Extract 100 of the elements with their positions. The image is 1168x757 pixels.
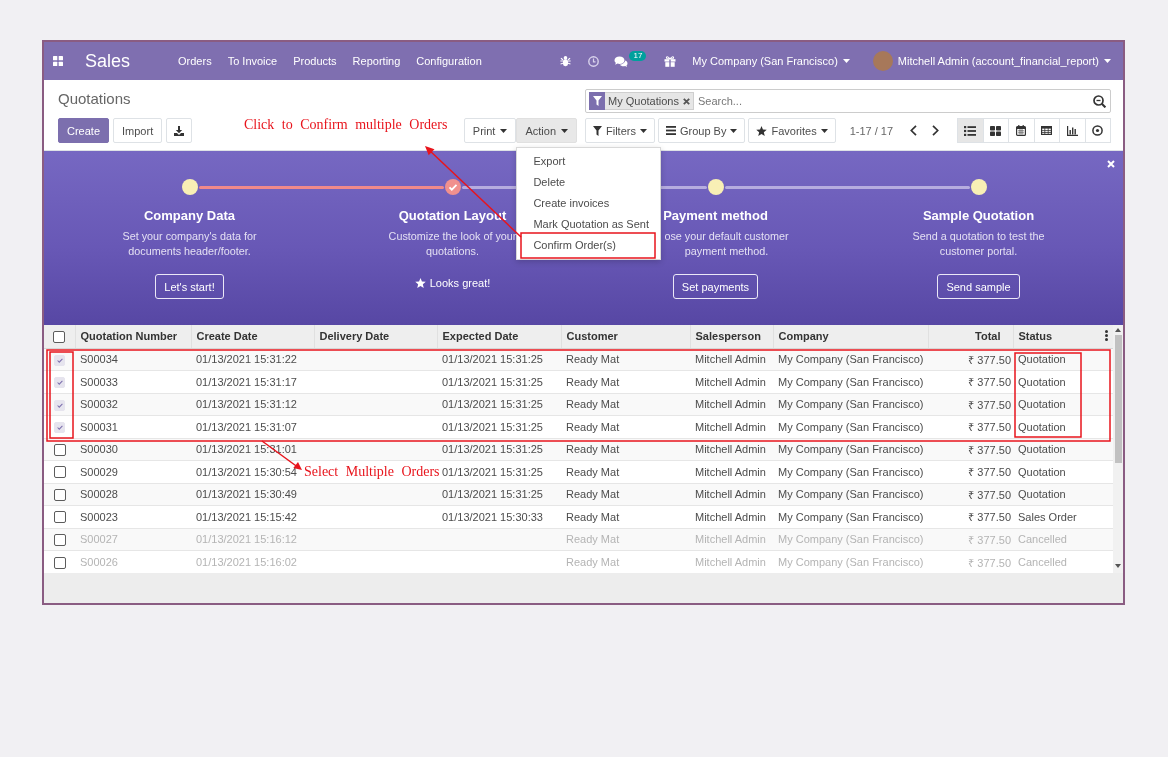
column-header[interactable]: Quotation Number bbox=[75, 325, 191, 348]
table-cell: Mitchell Admin bbox=[690, 460, 773, 483]
column-header[interactable]: Company bbox=[773, 325, 928, 348]
table-cell: S00028 bbox=[75, 483, 191, 506]
row-checkbox[interactable] bbox=[53, 443, 66, 456]
table-cell: Ready Mat bbox=[561, 550, 690, 573]
table-row[interactable]: S00028 01/13/2021 15:30:49 01/13/2021 15:31:25 Ready Mat Mitchell Admin My Company (San Francisco) ₹ 377.50 Quotation bbox=[44, 483, 1113, 506]
table-row[interactable]: S00023 01/13/2021 15:15:42 01/13/2021 15:30:33 Ready Mat Mitchell Admin My Company (San Francisco) ₹ 377.50 Sales Order bbox=[44, 505, 1113, 528]
chat-icon[interactable] bbox=[614, 55, 629, 67]
table-cell: Mitchell Admin bbox=[690, 370, 773, 393]
table-cell: Ready Mat bbox=[561, 505, 690, 528]
primary-button[interactable]: Create bbox=[58, 118, 110, 143]
step-description: Send a quotation to test the customer portal. bbox=[912, 230, 1045, 257]
avatar-placeholder bbox=[872, 51, 893, 71]
table-cell: My Company (San Francisco) bbox=[773, 393, 928, 416]
search-option-button[interactable]: Favorites bbox=[748, 118, 836, 143]
caret-icon bbox=[820, 128, 828, 133]
column-header[interactable]: Expected Date bbox=[437, 325, 561, 348]
column-header[interactable]: Customer bbox=[561, 325, 690, 348]
search-option-button[interactable]: Filters bbox=[585, 118, 655, 143]
menu-option[interactable]: Mark Quotation as Sent bbox=[517, 214, 661, 235]
table-cell: ₹ 377.50 bbox=[928, 550, 1013, 573]
table-cell: 01/13/2021 15:31:07 bbox=[191, 415, 314, 438]
kebab-menu-icon[interactable] bbox=[1104, 329, 1108, 341]
filter-icon bbox=[593, 125, 602, 136]
dropdown-button[interactable]: Action bbox=[516, 118, 577, 143]
search-input[interactable]: Search... bbox=[697, 92, 1093, 110]
chevron-right-icon bbox=[931, 125, 939, 136]
row-checkbox[interactable] bbox=[53, 488, 66, 501]
column-header[interactable]: Status bbox=[1013, 325, 1099, 348]
caret-icon bbox=[842, 59, 850, 63]
step-button[interactable]: Let's start! bbox=[155, 274, 224, 299]
column-header[interactable]: Salesperson bbox=[690, 325, 773, 348]
view-switch-button[interactable] bbox=[1008, 118, 1035, 143]
table-cell: Mitchell Admin bbox=[690, 415, 773, 438]
table-cell: Mitchell Admin bbox=[690, 483, 773, 506]
step-button[interactable]: Send sample bbox=[937, 274, 1020, 299]
row-checkbox[interactable] bbox=[53, 556, 66, 569]
table-cell: S00023 bbox=[75, 505, 191, 528]
table-cell: Quotation bbox=[1013, 438, 1099, 461]
select-all-checkbox[interactable] bbox=[53, 330, 66, 343]
table-cell: Mitchell Admin bbox=[690, 550, 773, 573]
table-cell: Ready Mat bbox=[561, 483, 690, 506]
menu-item[interactable]: To Invoice bbox=[219, 53, 286, 69]
annotation-text: Select Multiple Orders bbox=[304, 464, 440, 480]
table-cell: My Company (San Francisco) bbox=[773, 460, 928, 483]
gift-icon[interactable] bbox=[664, 55, 677, 67]
table-cell: My Company (San Francisco) bbox=[773, 550, 928, 573]
table-cell: S00026 bbox=[75, 550, 191, 573]
view-switch-button[interactable] bbox=[1084, 118, 1111, 143]
scroll-down-icon[interactable] bbox=[1115, 564, 1121, 568]
menu-option[interactable]: Export bbox=[517, 151, 661, 172]
row-checkbox[interactable] bbox=[53, 466, 66, 479]
company-switcher[interactable]: My Company (San Francisco) bbox=[692, 55, 850, 67]
table-cell: Ready Mat bbox=[561, 370, 690, 393]
scrollbar-thumb[interactable] bbox=[1114, 335, 1122, 463]
table-cell: ₹ 377.50 bbox=[928, 370, 1013, 393]
secondary-button[interactable]: Import bbox=[113, 118, 163, 143]
caret-icon bbox=[561, 128, 568, 133]
search-facet[interactable]: My Quotations bbox=[589, 92, 694, 110]
caret-icon bbox=[1104, 59, 1111, 63]
download-button[interactable] bbox=[166, 118, 193, 143]
bars-icon bbox=[665, 126, 676, 135]
row-checkbox[interactable] bbox=[53, 533, 66, 546]
table-cell: S00032 bbox=[75, 393, 191, 416]
table-cell: 01/13/2021 15:30:49 bbox=[191, 483, 314, 506]
search-bar[interactable]: My Quotations Search... bbox=[585, 89, 1111, 113]
view-switch-button[interactable] bbox=[1059, 118, 1086, 143]
search-icon[interactable] bbox=[1093, 94, 1106, 108]
close-icon[interactable] bbox=[682, 97, 690, 105]
column-header[interactable]: Create Date bbox=[191, 325, 314, 348]
menu-option[interactable]: Create invoices bbox=[517, 193, 661, 214]
table-cell: Ready Mat bbox=[561, 393, 690, 416]
bug-icon[interactable] bbox=[560, 55, 572, 67]
column-header[interactable]: Total bbox=[928, 325, 1013, 348]
menu-option[interactable]: Confirm Order(s) bbox=[517, 235, 661, 256]
table-row[interactable]: S00032 01/13/2021 15:31:12 01/13/2021 15:31:25 Ready Mat Mitchell Admin My Company (San Francisco) ₹ 377.50 Quotation bbox=[44, 393, 1113, 416]
app-name[interactable]: Sales bbox=[85, 50, 131, 72]
table-row[interactable]: S00031 01/13/2021 15:31:07 01/13/2021 15:31:25 Ready Mat Mitchell Admin My Company (San Francisco) ₹ 377.50 Quotation bbox=[44, 415, 1113, 438]
column-header[interactable]: Delivery Date bbox=[314, 325, 437, 348]
menu-option[interactable]: Delete bbox=[517, 172, 661, 193]
scrollbar[interactable] bbox=[1113, 325, 1123, 573]
scroll-up-icon[interactable] bbox=[1115, 328, 1121, 332]
menu-item[interactable]: Reporting bbox=[344, 53, 409, 69]
step-button[interactable]: Set payments bbox=[672, 274, 759, 299]
table-row[interactable]: S00033 01/13/2021 15:31:17 01/13/2021 15:31:25 Ready Mat Mitchell Admin My Company (San Francisco) ₹ 377.50 Quotation bbox=[44, 370, 1113, 393]
search-option-button[interactable]: Group By bbox=[657, 118, 746, 143]
menu-item[interactable]: Configuration bbox=[408, 53, 490, 69]
step-description: Set your company's data for documents header/footer. bbox=[122, 230, 257, 257]
dropdown-button[interactable]: Print bbox=[463, 118, 517, 143]
apps-grid-icon[interactable] bbox=[53, 56, 63, 66]
table-cell: Ready Mat bbox=[561, 438, 690, 461]
user-menu[interactable]: Mitchell Admin (account_financial_report) bbox=[872, 51, 1111, 71]
table-cell: ₹ 377.50 bbox=[928, 393, 1013, 416]
view-switch-button[interactable] bbox=[957, 118, 984, 143]
menu-item[interactable]: Orders bbox=[170, 53, 220, 69]
row-checkbox[interactable] bbox=[53, 511, 66, 524]
menu-item[interactable]: Products bbox=[285, 53, 345, 69]
table-cell: Quotation bbox=[1013, 415, 1099, 438]
clock-icon[interactable] bbox=[588, 55, 600, 67]
